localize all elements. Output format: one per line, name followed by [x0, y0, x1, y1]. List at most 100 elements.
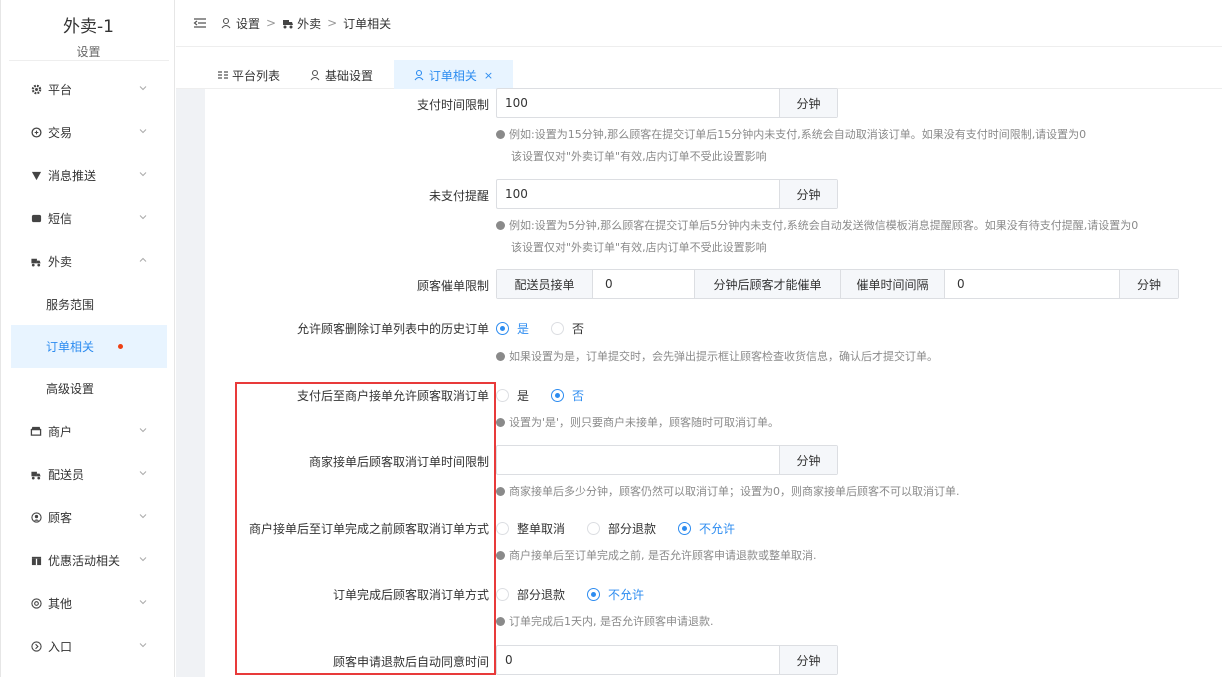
- app-subtitle: 设置: [76, 45, 101, 59]
- gear-icon: [29, 83, 43, 97]
- reminder-interval-input[interactable]: 0: [944, 270, 1119, 298]
- chevron-down-icon: [139, 86, 147, 91]
- highlight-box: [235, 382, 496, 675]
- sidebar-item-merchant[interactable]: 商户: [11, 410, 167, 453]
- radio-label: 是: [517, 321, 530, 336]
- help-text-line: 商家接单后多少分钟，顾客仍然可以取消订单；设置为0，则商家接单后顾客不可以取消订…: [509, 485, 960, 498]
- tab-platform-list[interactable]: 平台列表: [217, 61, 280, 89]
- radio-no[interactable]: 否: [551, 387, 584, 404]
- info-icon: [496, 551, 505, 560]
- reminder-delay-input[interactable]: 0: [592, 270, 694, 298]
- radio-full-cancel[interactable]: 整单取消: [496, 520, 565, 537]
- radio-circle: [496, 521, 509, 535]
- sidebar-item-courier[interactable]: 配送员: [11, 453, 167, 496]
- radio-yes[interactable]: 是: [496, 387, 529, 404]
- radio-no[interactable]: 否: [551, 320, 584, 337]
- help-text: 如果设置为是，订单提交时，会先弹出提示框让顾客检查收货信息，确认后才提交订单。: [496, 348, 938, 364]
- sidebar-item-label: 平台: [48, 83, 73, 97]
- radio-circle: [678, 521, 692, 535]
- sidebar-item-platform[interactable]: 平台: [11, 68, 167, 111]
- sidebar-item-sms[interactable]: 短信: [11, 197, 167, 240]
- radio-partial-refund[interactable]: 部分退款: [587, 520, 656, 537]
- sidebar-subitem-order[interactable]: 订单相关: [11, 325, 167, 368]
- radio-not-allowed[interactable]: 不允许: [678, 520, 735, 537]
- help-text: 商家接单后多少分钟，顾客仍然可以取消订单；设置为0，则商家接单后顾客不可以取消订…: [496, 483, 960, 499]
- sidebar-item-label: 优惠活动相关: [48, 554, 121, 568]
- chevron-down-icon: [139, 557, 147, 562]
- tab-label: 订单相关: [428, 68, 477, 83]
- chevron-down-icon: [139, 215, 147, 220]
- breadcrumb-item: 订单相关: [343, 16, 392, 31]
- chevron-up-icon: [139, 257, 147, 262]
- help-text-line: 如果设置为是，订单提交时，会先弹出提示框让顾客检查收货信息，确认后才提交订单。: [509, 350, 938, 363]
- divider: [9, 60, 169, 61]
- chevron-down-icon: [139, 643, 147, 648]
- radio-circle: [496, 587, 509, 601]
- sidebar-subitem-label: 高级设置: [46, 382, 95, 396]
- breadcrumb-item[interactable]: 设置: [236, 15, 260, 32]
- message-icon: [29, 169, 43, 183]
- delete-history-radio-group: 是 否: [496, 319, 606, 337]
- radio-partial-refund[interactable]: 部分退款: [496, 586, 565, 603]
- sidebar-subitem-advanced[interactable]: 高级设置: [11, 367, 167, 410]
- sidebar-subitem-service-area[interactable]: 服务范围: [11, 283, 167, 326]
- tab-bar: 平台列表 基础设置 订单相关 ×: [176, 47, 1222, 90]
- user-icon: [221, 17, 231, 29]
- breadcrumb-separator: >: [266, 16, 277, 30]
- radio-label: 否: [572, 388, 585, 403]
- sidebar: 外卖-1 设置 平台 交易 消息推送 短信 外卖 服务范围 订单相关 高级设置 …: [0, 0, 175, 677]
- sidebar-item-promotions[interactable]: 优惠活动相关: [11, 539, 167, 582]
- tab-order-related[interactable]: 订单相关 ×: [394, 60, 513, 90]
- cancel-time-limit-input[interactable]: [497, 446, 779, 474]
- sidebar-item-delivery[interactable]: 外卖: [11, 240, 167, 283]
- cancel-after-pay-radio-group: 是 否: [496, 386, 606, 404]
- sidebar-item-label: 其他: [48, 597, 73, 611]
- sidebar-item-other[interactable]: 其他: [11, 582, 167, 625]
- sidebar-item-label: 商户: [48, 425, 73, 439]
- sidebar-item-trade[interactable]: 交易: [11, 111, 167, 154]
- radio-not-allowed[interactable]: 不允许: [587, 586, 644, 603]
- unit-addon: 分钟: [779, 180, 837, 208]
- radio-label: 部分退款: [517, 587, 566, 602]
- radio-label: 不允许: [699, 521, 736, 536]
- info-icon: [496, 487, 505, 496]
- unpaid-remind-input[interactable]: 100: [497, 180, 779, 208]
- breadcrumb: 设置 > 外卖 > 订单相关: [221, 15, 391, 32]
- unit-addon: 分钟: [779, 646, 837, 674]
- courier-icon: [29, 468, 43, 482]
- chevron-down-icon: [139, 129, 147, 134]
- tab-basic-settings[interactable]: 基础设置: [310, 61, 373, 89]
- chevron-down-icon: [139, 172, 147, 177]
- help-text: 订单完成后1天内, 是否允许顾客申请退款.: [496, 613, 714, 629]
- info-icon: [496, 617, 505, 626]
- addon-label: 催单时间间隔: [840, 270, 944, 298]
- sidebar-item-entry[interactable]: 入口: [11, 625, 167, 668]
- chevron-down-icon: [139, 600, 147, 605]
- unpaid-remind-field[interactable]: 100 分钟: [496, 179, 838, 209]
- auto-agree-field[interactable]: 0 分钟: [496, 645, 838, 675]
- help-text: 商户接单后至订单完成之前, 是否允许顾客申请退款或整单取消.: [496, 547, 817, 563]
- radio-circle: [587, 587, 601, 601]
- radio-circle: [496, 388, 509, 402]
- sidebar-item-label: 短信: [48, 212, 73, 226]
- addon-label: 分钟后顾客才能催单: [694, 270, 840, 298]
- cancel-before-complete-radio-group: 整单取消 部分退款 不允许: [496, 519, 757, 537]
- menu-toggle-icon[interactable]: [193, 16, 207, 30]
- radio-circle: [496, 321, 509, 335]
- cancel-time-limit-field[interactable]: 分钟: [496, 445, 838, 475]
- help-text: 例如:设置为5分钟,那么顾客在提交订单后5分钟内未支付,系统会自动发送微信模板消…: [496, 217, 1138, 233]
- breadcrumb-item[interactable]: 外卖: [297, 15, 321, 32]
- pay-time-limit-field[interactable]: 100 分钟: [496, 88, 838, 118]
- chevron-down-icon: [139, 471, 147, 476]
- radio-yes[interactable]: 是: [496, 320, 529, 337]
- customer-icon: [29, 511, 43, 525]
- help-text-line: 该设置仅对"外卖订单"有效,店内订单不受此设置影响: [511, 241, 767, 254]
- auto-agree-input[interactable]: 0: [497, 646, 779, 674]
- breadcrumb-separator: >: [327, 16, 338, 30]
- pay-time-limit-input[interactable]: 100: [497, 89, 779, 117]
- sidebar-item-push[interactable]: 消息推送: [11, 154, 167, 197]
- close-icon[interactable]: ×: [484, 69, 493, 82]
- sidebar-item-customer[interactable]: 顾客: [11, 496, 167, 539]
- addon-label: 配送员接单: [497, 270, 592, 298]
- unit-addon: 分钟: [779, 446, 837, 474]
